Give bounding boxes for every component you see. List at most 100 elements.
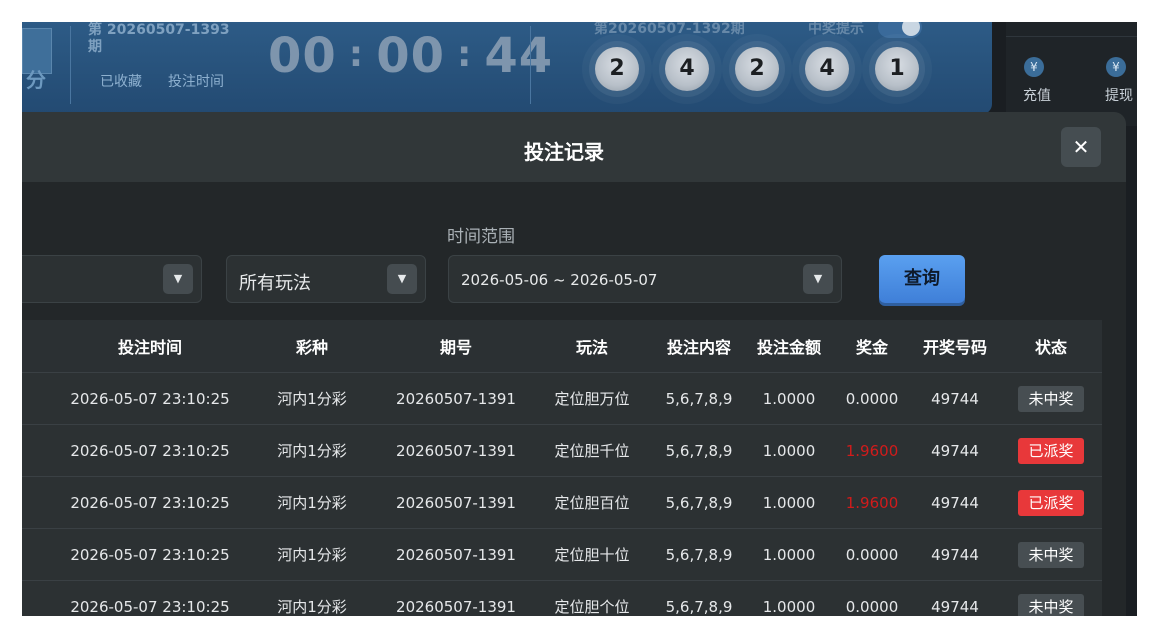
deposit-coin-icon[interactable]: ¥: [1024, 57, 1044, 77]
draw-ball: 4: [665, 47, 709, 91]
previous-period: 第20260507-1392期: [594, 22, 745, 37]
countdown-seconds: 44: [484, 28, 554, 84]
cell-lottery: 河内1分彩: [277, 442, 347, 460]
toggle-knob: [902, 22, 920, 36]
cell-prize: 1.9600: [845, 441, 899, 460]
account-side-panel: ¥ 充值 ¥ 提现: [1006, 22, 1137, 126]
lottery-type-select[interactable]: ▼: [22, 255, 202, 303]
cell-prize: 0.0000: [845, 597, 899, 616]
header-status: 状态: [1034, 338, 1067, 357]
cell-bet-amount: 1.0000: [762, 389, 816, 408]
draw-ball: 2: [735, 47, 779, 91]
deposit-link[interactable]: 充值: [1023, 85, 1051, 105]
cell-draw-number: 49744: [931, 441, 979, 460]
cell-bet-time: 2026-05-07 23:10:25: [70, 597, 230, 616]
chevron-down-icon[interactable]: ▼: [803, 264, 833, 294]
header-bet-time: 投注时间: [117, 338, 182, 357]
cell-play-type: 定位胆百位: [554, 494, 630, 512]
cell-prize: 0.0000: [845, 389, 899, 408]
app-viewport: 分 第 20260507-1393期 已收藏 投注时间 00:00:44 第20…: [22, 22, 1137, 616]
cell-status: 未中奖: [1006, 529, 1096, 580]
cell-period: 20260507-1391: [396, 389, 516, 408]
cell-bet-amount: 1.0000: [762, 545, 816, 564]
cell-bet-time: 2026-05-07 23:10:25: [70, 493, 230, 512]
bet-time-link[interactable]: 投注时间: [168, 71, 224, 91]
cell-lottery: 河内1分彩: [277, 598, 347, 616]
cell-bet-amount: 1.0000: [762, 441, 816, 460]
lottery-logo-label: 分: [26, 68, 46, 92]
time-range-label: 时间范围: [447, 227, 515, 247]
chevron-down-icon[interactable]: ▼: [163, 264, 193, 294]
header-period: 期号: [439, 338, 472, 357]
query-button[interactable]: 查询: [879, 255, 965, 303]
header-bet-amount: 投注金额: [756, 338, 821, 357]
bet-record-table: 投注时间 彩种 期号 玩法 投注内容 投注金额 奖金 开奖号码 状态 2026-…: [22, 320, 1102, 616]
cell-bet-time: 2026-05-07 23:10:25: [70, 441, 230, 460]
cell-bet-content: 5,6,7,8,9: [665, 441, 733, 460]
favorite-link[interactable]: 已收藏: [100, 71, 142, 91]
cell-draw-number: 49744: [931, 597, 979, 616]
table-row: 2026-05-07 23:10:25 河内1分彩 20260507-1391 …: [22, 372, 1102, 424]
cell-draw-number: 49744: [931, 545, 979, 564]
countdown-timer: 00:00:44: [268, 28, 554, 84]
cell-play-type: 定位胆万位: [554, 390, 630, 408]
cell-bet-content: 5,6,7,8,9: [665, 389, 733, 408]
cell-prize: 0.0000: [845, 545, 899, 564]
date-range-select[interactable]: 2026-05-06 ~ 2026-05-07 ▼: [448, 255, 842, 303]
date-range-value: 2026-05-06 ~ 2026-05-07: [461, 271, 658, 289]
header-prize: 奖金: [855, 338, 888, 357]
cell-play-type: 定位胆千位: [554, 442, 630, 460]
cell-period: 20260507-1391: [396, 493, 516, 512]
header-draw-number: 开奖号码: [922, 338, 987, 357]
cell-period: 20260507-1391: [396, 597, 516, 616]
play-type-value: 所有玩法: [239, 273, 311, 294]
cell-bet-content: 5,6,7,8,9: [665, 545, 733, 564]
table-row: 2026-05-07 23:10:25 河内1分彩 20260507-1391 …: [22, 424, 1102, 476]
modal-title: 投注记录: [524, 140, 604, 164]
draw-ball: 2: [595, 47, 639, 91]
chevron-down-icon[interactable]: ▼: [387, 264, 417, 294]
withdraw-coin-icon[interactable]: ¥: [1106, 57, 1126, 77]
table-row: 2026-05-07 23:10:25 河内1分彩 20260507-1391 …: [22, 528, 1102, 580]
countdown-minutes: 00: [376, 28, 445, 84]
cell-status: 未中奖: [1006, 373, 1096, 424]
countdown-hours: 00: [268, 28, 337, 84]
cell-draw-number: 49744: [931, 493, 979, 512]
cell-bet-time: 2026-05-07 23:10:25: [70, 389, 230, 408]
header-divider: [530, 26, 531, 104]
game-header: 分 第 20260507-1393期 已收藏 投注时间 00:00:44 第20…: [22, 22, 992, 114]
cell-status: 已派奖: [1006, 425, 1096, 476]
bet-record-modal: 投注记录 ✕ 时间范围 ▼ 所有玩法 ▼ 2026-05-06 ~ 2026-0…: [22, 112, 1126, 616]
header-bet-content: 投注内容: [666, 338, 731, 357]
cell-bet-time: 2026-05-07 23:10:25: [70, 545, 230, 564]
draw-ball: 4: [805, 47, 849, 91]
table-row: 2026-05-07 23:10:25 河内1分彩 20260507-1391 …: [22, 476, 1102, 528]
header-lottery: 彩种: [295, 338, 328, 357]
table-header: 投注时间 彩种 期号 玩法 投注内容 投注金额 奖金 开奖号码 状态: [22, 320, 1102, 372]
withdraw-link[interactable]: 提现: [1105, 85, 1133, 105]
divider: [1006, 36, 1137, 37]
cell-bet-amount: 1.0000: [762, 493, 816, 512]
close-button[interactable]: ✕: [1061, 127, 1101, 167]
cell-period: 20260507-1391: [396, 441, 516, 460]
status-badge: 已派奖: [1018, 489, 1084, 516]
current-period: 第 20260507-1393期: [88, 22, 230, 55]
status-badge: 未中奖: [1018, 593, 1084, 616]
status-badge: 未中奖: [1018, 385, 1084, 412]
cell-play-type: 定位胆个位: [554, 598, 630, 616]
prize-hint-label: 中奖提示: [808, 22, 864, 37]
cell-lottery: 河内1分彩: [277, 546, 347, 564]
cell-draw-number: 49744: [931, 389, 979, 408]
cell-bet-content: 5,6,7,8,9: [665, 493, 733, 512]
cell-play-type: 定位胆十位: [554, 546, 630, 564]
cell-lottery: 河内1分彩: [277, 494, 347, 512]
header-play-type: 玩法: [575, 338, 608, 357]
table-row: 2026-05-07 23:10:25 河内1分彩 20260507-1391 …: [22, 580, 1102, 616]
status-badge: 已派奖: [1018, 437, 1084, 464]
cell-period: 20260507-1391: [396, 545, 516, 564]
play-type-select[interactable]: 所有玩法 ▼: [226, 255, 426, 303]
modal-header: 投注记录 ✕: [22, 112, 1126, 182]
cell-lottery: 河内1分彩: [277, 390, 347, 408]
status-badge: 未中奖: [1018, 541, 1084, 568]
prize-hint-toggle[interactable]: [878, 22, 922, 38]
